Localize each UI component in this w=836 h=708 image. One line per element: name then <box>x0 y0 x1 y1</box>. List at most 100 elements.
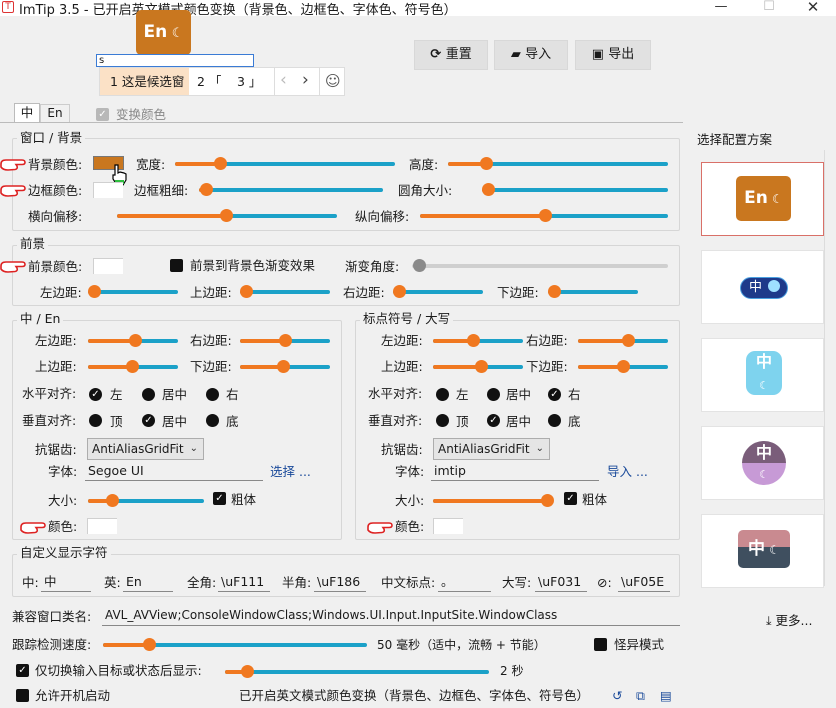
corner-slider[interactable] <box>482 182 668 198</box>
punct-bottom-slider-thumb[interactable] <box>617 360 630 373</box>
tab-en[interactable]: En <box>40 104 70 122</box>
candidate-item-2[interactable]: 2 「 <box>197 68 221 95</box>
track-speed-slider[interactable] <box>103 637 367 653</box>
custom-caps-field[interactable]: \uF031 <box>535 572 587 592</box>
zhen-top-slider[interactable] <box>88 359 178 375</box>
punct-valign-center-radio[interactable]: ✓ <box>487 414 500 427</box>
punct-top-slider[interactable] <box>433 359 523 375</box>
preset-4[interactable]: 中 ☾ <box>701 426 824 500</box>
reset-button[interactable]: ⟳ 重置 <box>414 40 488 70</box>
only-switch-slider-thumb[interactable] <box>241 665 254 678</box>
zhen-size-slider[interactable] <box>88 493 204 509</box>
zhen-halign-right-radio[interactable] <box>206 388 219 401</box>
width-slider[interactable] <box>175 156 395 172</box>
border-width-slider-thumb[interactable] <box>200 183 213 196</box>
fore-right-slider[interactable] <box>393 284 483 300</box>
zhen-bottom-slider-thumb[interactable] <box>277 360 290 373</box>
punct-size-slider[interactable] <box>433 493 554 509</box>
fore-right-slider-thumb[interactable] <box>393 285 406 298</box>
punct-left-slider-thumb[interactable] <box>467 334 480 347</box>
tab-zh[interactable]: 中 <box>14 103 40 123</box>
weird-mode-checkbox[interactable] <box>594 638 607 651</box>
zhen-valign-top-radio[interactable] <box>89 414 102 427</box>
zhen-valign-center-radio[interactable]: ✓ <box>142 414 155 427</box>
punct-halign-center-radio[interactable] <box>487 388 500 401</box>
zhen-choose-link[interactable]: 选择 ... <box>270 464 311 479</box>
punct-right-slider[interactable] <box>578 333 668 349</box>
zhen-left-slider[interactable] <box>88 333 178 349</box>
preset-5[interactable]: 中 ☾ <box>701 514 824 588</box>
zhen-size-slider-thumb[interactable] <box>106 494 119 507</box>
punct-color-swatch[interactable] <box>433 518 463 534</box>
punct-bold-checkbox[interactable]: ✓ <box>564 492 577 505</box>
close-button[interactable]: ✕ <box>790 0 836 16</box>
zhen-left-slider-thumb[interactable] <box>129 334 142 347</box>
offset-y-slider[interactable] <box>420 208 668 224</box>
import-button[interactable]: ▰ 导入 <box>494 40 568 70</box>
offset-x-slider-thumb[interactable] <box>220 209 233 222</box>
zhen-bold-checkbox[interactable]: ✓ <box>213 492 226 505</box>
only-switch-checkbox[interactable]: ✓ <box>16 664 29 677</box>
maximize-button[interactable]: ☐ <box>746 0 792 16</box>
zhen-font-field[interactable]: Segoe UI <box>85 461 263 481</box>
angle-slider[interactable] <box>412 258 668 274</box>
preset-1[interactable]: En ☾ <box>701 162 824 236</box>
fore-top-slider-thumb[interactable] <box>240 285 253 298</box>
punct-left-slider[interactable] <box>433 333 523 349</box>
compat-field[interactable]: AVL_AVView;ConsoleWindowClass;Windows.UI… <box>102 606 680 626</box>
zhen-bottom-slider[interactable] <box>240 359 330 375</box>
more-link[interactable]: ⤓ 更多... <box>766 613 812 628</box>
angle-slider-thumb[interactable] <box>413 259 426 272</box>
punct-right-slider-thumb[interactable] <box>622 334 635 347</box>
offset-y-slider-thumb[interactable] <box>539 209 552 222</box>
emoji-icon[interactable]: ☺ <box>325 68 341 95</box>
zhen-valign-bottom-radio[interactable] <box>206 414 219 427</box>
custom-zh-field[interactable]: 中 <box>41 572 91 592</box>
prev-page-icon[interactable]: ‹ <box>280 68 287 95</box>
custom-punct-field[interactable]: 。 <box>438 572 491 592</box>
zhen-halign-center-radio[interactable] <box>142 388 155 401</box>
only-switch-slider[interactable] <box>225 664 489 680</box>
punct-aa-select[interactable]: AntiAliasGridFit ⌄ <box>433 438 550 460</box>
punct-import-link[interactable]: 导入 ... <box>607 464 648 479</box>
border-color-swatch[interactable] <box>93 182 123 198</box>
zhen-color-swatch[interactable] <box>87 518 117 534</box>
track-speed-slider-thumb[interactable] <box>143 638 156 651</box>
punct-halign-right-radio[interactable]: ✓ <box>548 388 561 401</box>
custom-sym-field[interactable]: \uF05E <box>618 572 670 592</box>
zhen-halign-left-radio[interactable]: ✓ <box>89 388 102 401</box>
height-slider[interactable] <box>448 156 668 172</box>
swap-color-checkbox[interactable]: ✓ <box>96 108 109 121</box>
punct-valign-top-radio[interactable] <box>436 414 449 427</box>
fore-left-slider[interactable] <box>88 284 178 300</box>
punct-bottom-slider[interactable] <box>578 359 668 375</box>
offset-x-slider[interactable] <box>117 208 337 224</box>
custom-en-field[interactable]: En <box>123 572 173 592</box>
zhen-right-slider-thumb[interactable] <box>279 334 292 347</box>
fore-bottom-slider-thumb[interactable] <box>548 285 561 298</box>
zhen-aa-select[interactable]: AntiAliasGridFit ⌄ <box>87 438 204 460</box>
border-width-slider[interactable] <box>199 182 383 198</box>
punct-font-field[interactable]: imtip <box>431 461 599 481</box>
fore-left-slider-thumb[interactable] <box>88 285 101 298</box>
next-page-icon[interactable]: › <box>302 68 309 95</box>
preset-3[interactable]: 中 ☾ <box>701 338 824 412</box>
fore-color-swatch[interactable] <box>93 258 123 274</box>
fore-top-slider[interactable] <box>240 284 330 300</box>
minimize-button[interactable]: — <box>698 0 744 16</box>
width-slider-thumb[interactable] <box>214 157 227 170</box>
punct-top-slider-thumb[interactable] <box>475 360 488 373</box>
preset-2[interactable]: 中 <box>701 250 824 324</box>
gradient-checkbox[interactable] <box>170 259 183 272</box>
height-slider-thumb[interactable] <box>480 157 493 170</box>
custom-half-field[interactable]: \uF186 <box>314 572 366 592</box>
custom-full-field[interactable]: \uF111 <box>218 572 270 592</box>
paste-icon[interactable]: ▤ <box>660 688 672 703</box>
zhen-top-slider-thumb[interactable] <box>126 360 139 373</box>
candidate-item-1[interactable]: 1 这是候选窗 <box>100 68 189 95</box>
punct-valign-bottom-radio[interactable] <box>548 414 561 427</box>
punct-halign-left-radio[interactable] <box>436 388 449 401</box>
fore-bottom-slider[interactable] <box>548 284 638 300</box>
undo-icon[interactable]: ↺ <box>612 688 622 703</box>
export-button[interactable]: ▣ 导出 <box>575 40 651 70</box>
